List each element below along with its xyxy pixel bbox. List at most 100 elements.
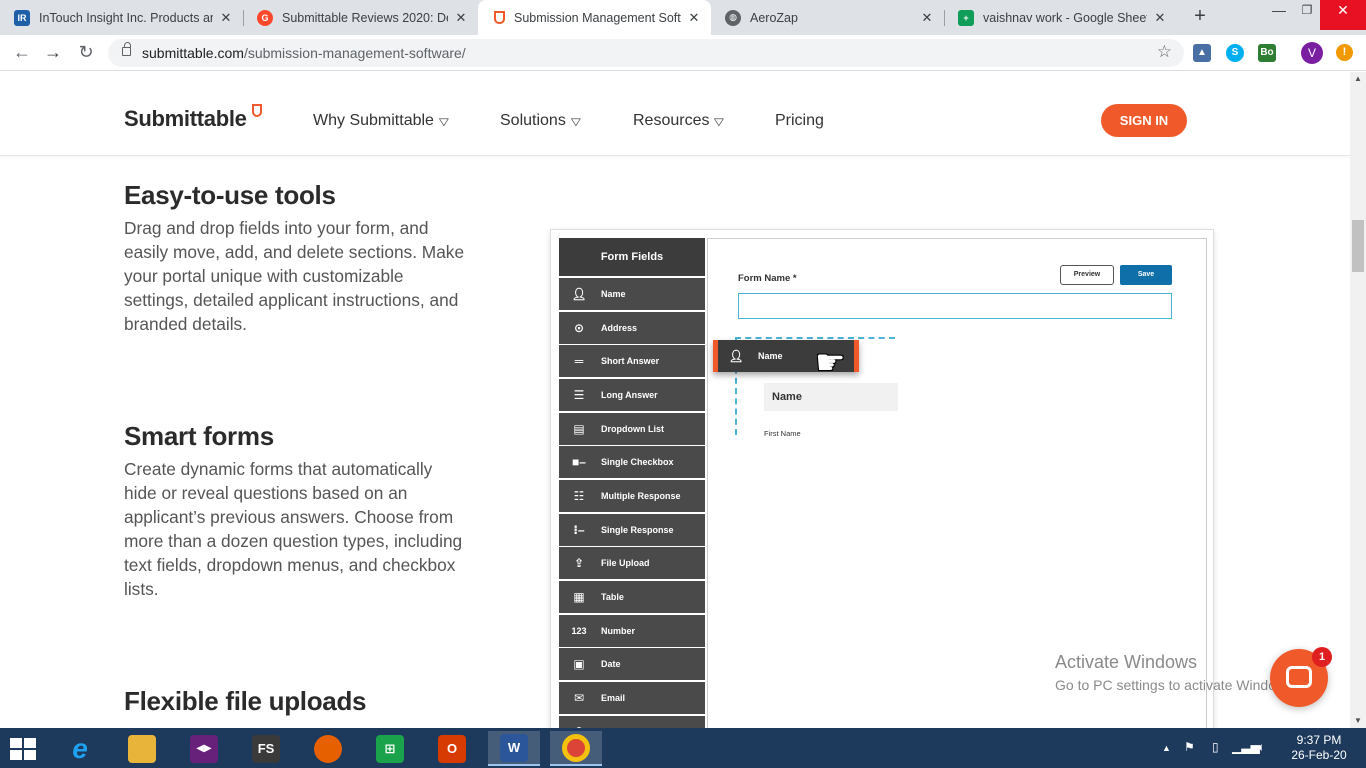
person-icon: 👤︎ [571, 287, 587, 301]
office-taskbar-icon[interactable]: O [426, 731, 478, 766]
field-website: ⚲ [559, 716, 705, 728]
site-header: Submittable Why Submittable ▽ Solutions ▽ … [0, 72, 1350, 156]
url-host: submittable.com [142, 45, 244, 61]
taskbar-clock[interactable]: 9:37 PM 26-Feb-20 [1290, 733, 1348, 763]
easy-to-use-tools-text: Drag and drop fields into your form, and… [124, 218, 465, 334]
long-lines-icon: ☰ [573, 388, 585, 402]
submittable-logo[interactable]: Submittable [124, 106, 247, 132]
heading-smart-forms: Smart forms [124, 421, 274, 451]
table-icon: ▦ [573, 590, 585, 604]
firefox-taskbar-icon[interactable] [302, 731, 354, 766]
envelope-icon: ✉ [573, 691, 585, 705]
tab-g2[interactable]: G Submittable Reviews 2020: Deta ✕ [243, 0, 478, 35]
calendar-icon: ▣ [573, 657, 585, 671]
scroll-down-icon[interactable]: ▼ [1350, 714, 1366, 728]
heading-flexible-file-uploads: Flexible file uploads [124, 686, 367, 716]
nav-why-submittable[interactable]: Why Submittable ▽ [313, 112, 449, 130]
browser-tab-strip: IR InTouch Insight Inc. Products an ✕ G … [0, 0, 1366, 35]
intouch-favicon-icon: IR [14, 9, 30, 26]
grab-hand-cursor-icon: ☛ [815, 344, 846, 382]
nav-solutions[interactable]: Solutions ▽ [500, 112, 581, 130]
fs-taskbar-icon[interactable]: FS [240, 731, 292, 766]
close-tab-icon[interactable]: ✕ [1153, 10, 1167, 26]
close-tab-icon[interactable]: ✕ [454, 10, 468, 26]
field-address: ⊙ Address [559, 312, 705, 344]
submittable-favicon-icon [494, 11, 505, 24]
smart-forms-text: Create dynamic forms that automatically … [124, 459, 463, 599]
close-tab-icon[interactable]: ✕ [219, 10, 233, 26]
nav-resources[interactable]: Resources ▽ [633, 112, 725, 130]
nav-pricing[interactable]: Pricing [775, 112, 824, 130]
checkbox-icon: ■– [572, 455, 586, 469]
profile-avatar[interactable]: V [1301, 42, 1323, 64]
field-long-answer: ☰ Long Answer [559, 379, 705, 411]
scroll-thumb[interactable] [1352, 220, 1364, 272]
field-file-upload: ⇪ File Upload [559, 547, 705, 579]
forward-arrow-icon[interactable]: → [41, 41, 65, 65]
windows-start-icon[interactable] [10, 738, 38, 760]
field-email: ✉ Email [559, 682, 705, 714]
scroll-up-icon[interactable]: ▲ [1350, 72, 1366, 86]
lock-icon [122, 42, 131, 56]
g2-favicon-icon: G [257, 9, 273, 26]
visual-studio-taskbar-icon[interactable]: ◀▶ [178, 731, 230, 766]
field-number: 123 Number [559, 615, 705, 647]
back-arrow-icon[interactable]: ← [10, 41, 34, 65]
sheets-favicon-icon: + [958, 9, 974, 26]
battery-icon[interactable]: ▯ [1212, 740, 1219, 754]
first-name-label: First Name [764, 429, 801, 438]
tab-aerozap[interactable]: ◍ AeroZap ✕ [711, 0, 944, 35]
close-window-icon[interactable]: ✕ [1320, 0, 1366, 30]
sign-in-button[interactable]: SIGN IN [1101, 104, 1187, 137]
short-lines-icon: ═ [574, 354, 584, 368]
word-taskbar-icon[interactable]: W [488, 731, 540, 766]
new-tab-icon[interactable]: + [1188, 5, 1212, 29]
field-date: ▣ Date [559, 648, 705, 680]
bookmark-star-icon[interactable]: ☆ [1157, 42, 1172, 62]
dropdown-icon: ▤ [573, 422, 585, 436]
tab-google-sheets[interactable]: + vaishnav work - Google Sheets ✕ [944, 0, 1177, 35]
form-fields-title: Form Fields [559, 238, 705, 276]
form-name-input [738, 293, 1172, 319]
radio-icon: ⁝– [573, 523, 585, 537]
skype-extension-icon[interactable]: S [1226, 44, 1244, 62]
chevron-down-icon: ▽ [714, 117, 725, 128]
close-tab-icon[interactable]: ✕ [687, 10, 701, 26]
store-taskbar-icon[interactable]: ⊞ [364, 731, 416, 766]
field-table: ▦ Table [559, 581, 705, 613]
volume-icon[interactable]: 🔈︎ [1258, 740, 1265, 755]
multi-checkbox-icon: ☷ [573, 489, 585, 503]
action-center-flag-icon[interactable]: ⚑ [1184, 740, 1195, 754]
address-toolbar: ← → ↻ submittable.com/submission-managem… [0, 35, 1366, 71]
update-alert-icon[interactable]: ! [1336, 44, 1353, 61]
location-pin-icon: ⊙ [573, 321, 585, 335]
tab-submittable[interactable]: Submission Management Softw ✕ [478, 0, 711, 35]
url-bar[interactable]: submittable.com/submission-management-so… [108, 39, 1184, 67]
heading-easy-to-use-tools: Easy-to-use tools [124, 180, 336, 210]
field-multiple-response: ☷ Multiple Response [559, 480, 705, 512]
form-fields-panel: Form Fields 👤︎ Name ⊙ Address ═ Short Answe… [559, 238, 705, 728]
url-path: /submission-management-software/ [243, 45, 466, 61]
name-field-preview: Name [764, 383, 898, 411]
field-single-response: ⁝– Single Response [559, 514, 705, 546]
field-name: 👤︎ Name [559, 278, 705, 310]
number-icon: 123 [571, 626, 587, 636]
chrome-taskbar-icon[interactable] [550, 731, 602, 766]
tray-overflow-icon[interactable]: ▲ [1162, 743, 1171, 753]
extension-drive-icon[interactable]: ▲ [1193, 44, 1211, 62]
tab-intouch[interactable]: IR InTouch Insight Inc. Products an ✕ [0, 0, 243, 35]
chat-unread-badge: 1 [1312, 647, 1332, 667]
booking-extension-icon[interactable]: Bo [1258, 44, 1276, 62]
preview-button: Preview [1060, 265, 1114, 285]
page-viewport: Submittable Why Submittable ▽ Solutions ▽ … [0, 72, 1350, 728]
activate-windows-watermark: Activate Windows Go to PC settings to ac… [1055, 652, 1297, 693]
reload-icon[interactable]: ↻ [74, 41, 98, 65]
internet-explorer-taskbar-icon[interactable]: e [54, 731, 106, 766]
page-scrollbar[interactable]: ▲ ▼ [1350, 72, 1366, 728]
globe-favicon-icon: ◍ [725, 9, 741, 26]
file-explorer-taskbar-icon[interactable] [116, 731, 168, 766]
chevron-down-icon: ▽ [438, 117, 449, 128]
upload-icon: ⇪ [573, 556, 585, 570]
close-tab-icon[interactable]: ✕ [920, 10, 934, 26]
network-signal-icon[interactable]: ▁▃▅ [1232, 740, 1260, 754]
